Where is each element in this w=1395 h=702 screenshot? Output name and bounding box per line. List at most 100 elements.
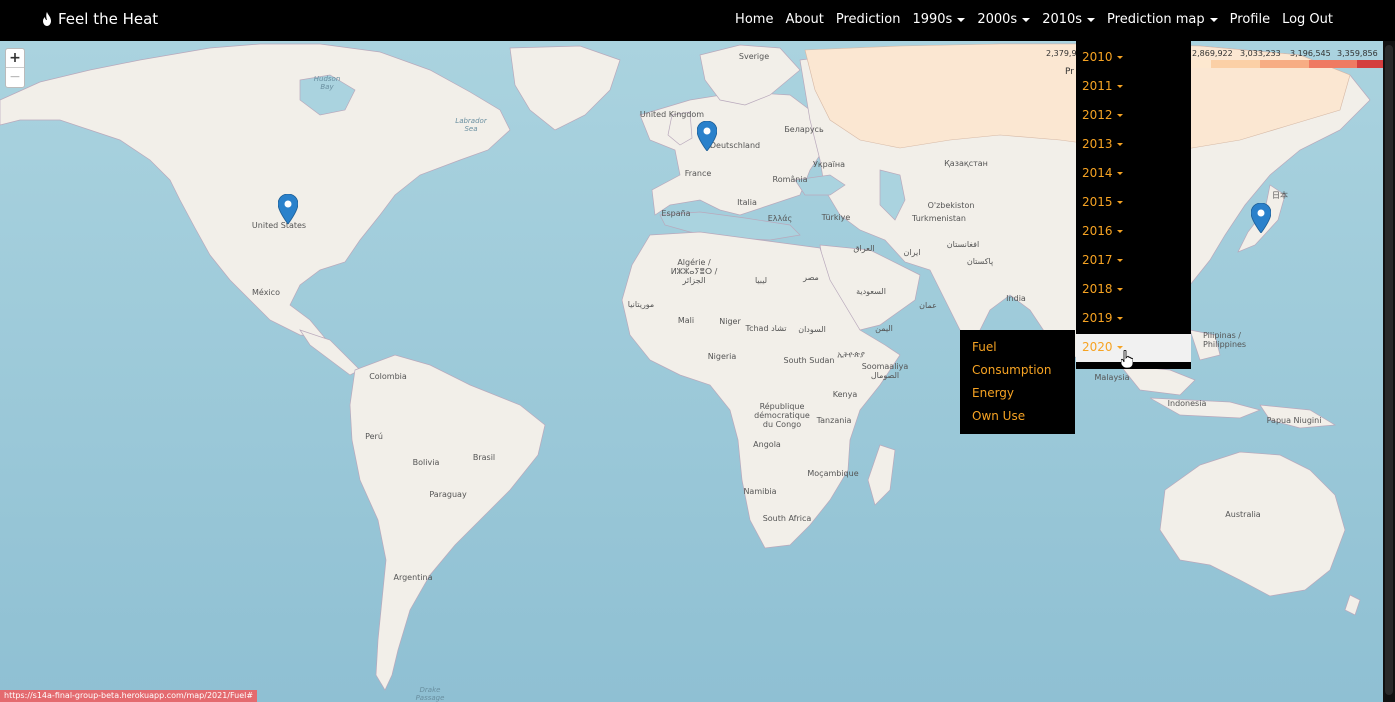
legend-value: 3,359,856: [1337, 49, 1378, 58]
caret-down-icon: [1209, 17, 1218, 22]
map-label-turkiye: Türkiye: [821, 213, 851, 222]
map-label-somalia: Soomaaliya الصومال: [861, 362, 909, 380]
map-label-papua: Papua Niugini: [1266, 416, 1322, 425]
page-scrollbar[interactable]: [1383, 41, 1395, 702]
dropdown-item-2019[interactable]: 2019: [1082, 311, 1123, 325]
legend-value: 3,033,233: [1240, 49, 1281, 58]
map-label-indonesia: Indonesia: [1167, 399, 1207, 408]
dropdown-item-2012[interactable]: 2012: [1082, 108, 1123, 122]
dropdown-item-2014[interactable]: 2014: [1082, 166, 1123, 180]
map-label-mali: Mali: [677, 316, 695, 325]
dropdown-item-2013[interactable]: 2013: [1082, 137, 1123, 151]
dropdown-item-2016[interactable]: 2016: [1082, 224, 1123, 238]
brand-title: Feel the Heat: [58, 10, 159, 28]
dropdown-item-2018[interactable]: 2018: [1082, 282, 1123, 296]
map-label-united-kingdom: United Kingdom: [639, 110, 705, 119]
nav-logout[interactable]: Log Out: [1282, 12, 1333, 27]
map-label-nihon: 日本: [1272, 191, 1288, 200]
map-label-peru: Perú: [365, 432, 383, 441]
map-label-ethiopia: ኢትዮጵያ: [837, 350, 865, 359]
nav-prediction-map-dropdown[interactable]: Prediction map: [1107, 12, 1218, 27]
map-label-romania: România: [772, 175, 808, 184]
brand-link[interactable]: Feel the Heat: [42, 10, 158, 28]
legend-value: 2,869,922: [1192, 49, 1233, 58]
submenu-item-consumption[interactable]: Consumption: [972, 363, 1051, 377]
map-label-hudson-bay: Hudson Bay: [313, 75, 341, 91]
map-label-sudan: السودان: [798, 325, 826, 334]
caret-down-icon: [1116, 287, 1123, 291]
nav-1990s-dropdown[interactable]: 1990s: [912, 12, 966, 27]
nav-about[interactable]: About: [785, 12, 823, 27]
map-label-kenya: Kenya: [832, 390, 858, 399]
legend-value: 2,379,9: [1046, 49, 1077, 58]
submenu-item-own-use[interactable]: Own Use: [972, 409, 1025, 423]
dropdown-item-2020[interactable]: 2020: [1082, 340, 1123, 354]
nav-home[interactable]: Home: [735, 12, 773, 27]
map-label-france: France: [684, 169, 712, 178]
map-label-kazakhstan: Қазақстан: [944, 159, 988, 168]
caret-down-icon: [1116, 229, 1123, 233]
map-label-brasil: Brasil: [472, 453, 496, 462]
map-label-pakistan: پاکستان: [966, 257, 994, 266]
map-label-bolivia: Bolivia: [412, 458, 440, 467]
map-label-namibia: Namibia: [743, 487, 777, 496]
scrollbar-thumb[interactable]: [1385, 45, 1393, 695]
legend-value: 3,196,545: [1290, 49, 1331, 58]
map-label-saudi: السعودية: [856, 287, 886, 296]
caret-down-icon: [1116, 316, 1123, 320]
map-label-iraq: العراق: [853, 244, 875, 253]
zoom-control: + −: [5, 48, 25, 88]
map-marker-icon[interactable]: [1251, 203, 1271, 233]
legend-swatch: [1309, 60, 1357, 68]
nav-profile[interactable]: Profile: [1230, 12, 1270, 27]
map-label-angola: Angola: [753, 440, 781, 449]
map-label-malaysia: Malaysia: [1094, 373, 1130, 382]
map-label-india: India: [1006, 294, 1026, 303]
map-marker-icon[interactable]: [278, 194, 298, 224]
map-label-paraguay: Paraguay: [429, 490, 467, 499]
caret-down-icon: [1022, 17, 1031, 22]
zoom-out-button[interactable]: −: [6, 68, 24, 87]
map-label-south-sudan: South Sudan: [783, 356, 835, 365]
caret-down-icon: [1116, 345, 1123, 349]
map-label-sverige: Sverige: [738, 52, 770, 61]
map-label-ellas: Ελλάς: [767, 214, 793, 223]
caret-down-icon: [1116, 113, 1123, 117]
map-label-deutschland: Deutschland: [709, 141, 761, 150]
nav-prediction[interactable]: Prediction: [836, 12, 901, 27]
map-label-niger: Niger: [719, 317, 741, 326]
dropdown-item-2011[interactable]: 2011: [1082, 79, 1123, 93]
caret-down-icon: [1087, 17, 1096, 22]
map-label-afghanistan: افغانستان: [946, 240, 980, 249]
map-label-misr: مصر: [803, 273, 819, 282]
map-label-espana: España: [661, 209, 691, 218]
map-label-colombia: Colombia: [369, 372, 407, 381]
nav-2010s-dropdown[interactable]: 2010s: [1042, 12, 1096, 27]
map-label-tanzania: Tanzania: [816, 416, 852, 425]
map-label-australia: Australia: [1225, 510, 1261, 519]
map-label-italia: Italia: [737, 198, 757, 207]
map-label-ukraina: Україна: [812, 160, 846, 169]
map-label-mexico: México: [252, 288, 280, 297]
map-label-rdc: République démocratique du Congo: [754, 402, 810, 429]
caret-down-icon: [1116, 171, 1123, 175]
hand-cursor-icon: [1121, 350, 1133, 368]
map-label-libya: ليبيا: [754, 276, 768, 285]
dropdown-item-2010[interactable]: 2010: [1082, 50, 1123, 64]
zoom-in-button[interactable]: +: [6, 49, 24, 68]
nav-2000s-dropdown[interactable]: 2000s: [977, 12, 1031, 27]
submenu-item-energy[interactable]: Energy: [972, 386, 1014, 400]
dropdown-item-2015[interactable]: 2015: [1082, 195, 1123, 209]
flame-icon: [43, 12, 51, 26]
map-label-philippines: Pilipinas / Philippines: [1203, 331, 1247, 349]
dropdown-2010s-menu: 2010 2011 2012 2013 2014 2015 2016 2017 …: [1076, 41, 1191, 369]
map-label-labrador-sea: Labrador Sea: [455, 117, 487, 133]
map-label-iran: ایران: [903, 248, 921, 257]
map-label-oman: عمان: [919, 301, 937, 310]
legend-swatch: [1211, 60, 1260, 68]
navbar: Feel the Heat Home About Prediction 1990…: [0, 0, 1395, 41]
map-marker-icon[interactable]: [697, 121, 717, 151]
nav-menu: Home About Prediction 1990s 2000s 2010s …: [735, 12, 1333, 27]
submenu-item-fuel[interactable]: Fuel: [972, 340, 997, 354]
dropdown-item-2017[interactable]: 2017: [1082, 253, 1123, 267]
